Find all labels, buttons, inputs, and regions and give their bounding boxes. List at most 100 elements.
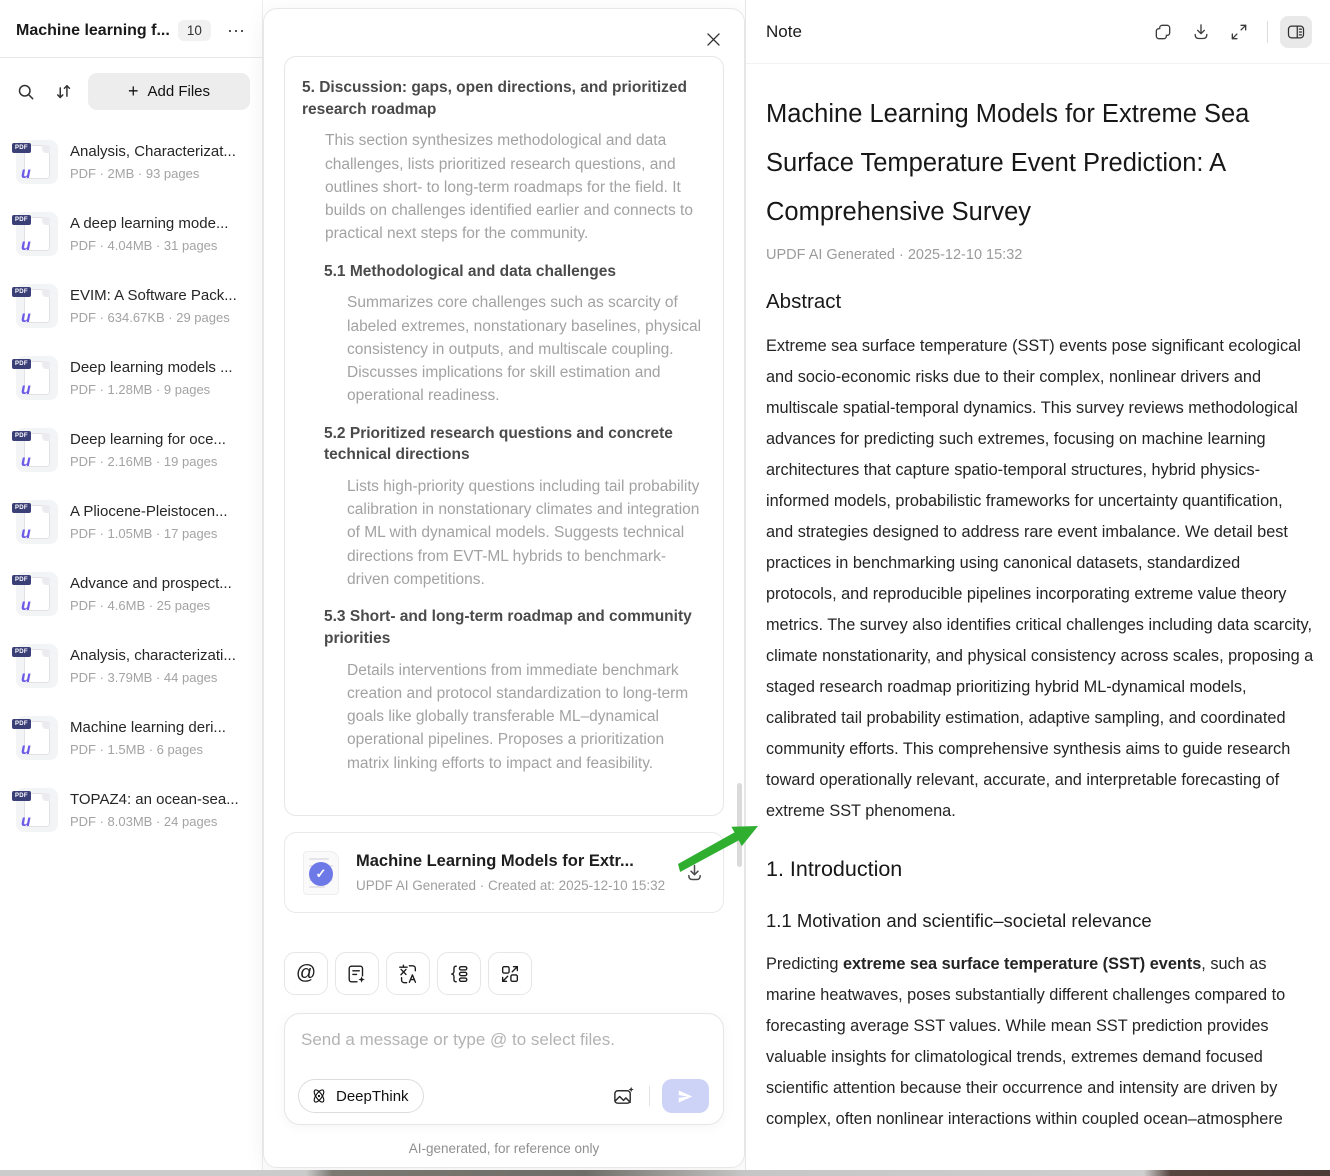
file-meta: PDF · 2MB · 93 pages: [70, 166, 200, 181]
file-meta: PDF · 1.28MB · 9 pages: [70, 382, 211, 397]
sort-icon[interactable]: [50, 78, 78, 106]
outline-heading: 5.1 Methodological and data challenges: [324, 262, 616, 280]
mindmap-icon[interactable]: [437, 952, 481, 995]
sidebar-header: Machine learning f... 10 ⋯: [0, 0, 262, 58]
file-meta: PDF · 2.16MB · 19 pages: [70, 454, 218, 469]
outline-body: Details interventions from immediate ben…: [347, 661, 689, 772]
document-byline: UPDF AI Generated · 2025-12-10 15:32: [766, 247, 1023, 263]
outline-body: This section synthesizes methodological …: [325, 132, 693, 243]
outline-heading: 5.2 Prioritized research questions and c…: [324, 424, 673, 464]
file-row-7[interactable]: PDF u Advance and prospect... PDF · 4.6MB ·…: [8, 558, 254, 630]
ai-disclaimer: AI-generated, for reference only: [408, 1141, 600, 1156]
deepthink-toggle[interactable]: DeepThink: [298, 1079, 424, 1113]
pdf-file-icon: PDF u: [12, 140, 58, 184]
generated-doc-icon: ✓: [301, 849, 343, 897]
file-row-3[interactable]: PDF u EVIM: A Software Pack... PDF · 634.67…: [8, 270, 254, 342]
folder-title: Machine learning f...: [16, 21, 170, 39]
bold-keyphrase: extreme sea surface temperature (SST) ev…: [842, 955, 1202, 973]
pdf-file-icon: PDF u: [12, 716, 58, 760]
message-input[interactable]: [301, 1030, 707, 1050]
chat-scrollbar-thumb[interactable]: [737, 783, 742, 867]
panel-toggle-icon[interactable]: [1280, 15, 1312, 48]
pdf-file-icon: PDF u: [12, 572, 58, 616]
abstract-heading: Abstract: [766, 290, 842, 313]
note-sparkle-icon[interactable]: [335, 952, 379, 995]
file-name: Analysis, Characterizat...: [70, 143, 236, 160]
file-name: Machine learning deri...: [70, 719, 226, 736]
file-meta: PDF · 1.5MB · 6 pages: [70, 742, 203, 757]
file-meta: PDF · 4.04MB · 31 pages: [70, 238, 218, 253]
check-icon: ✓: [309, 861, 333, 886]
background-window-edge: [0, 1170, 1330, 1176]
pdf-file-icon: PDF u: [12, 644, 58, 688]
insert-image-icon[interactable]: [610, 1083, 637, 1110]
file-count-badge: 10: [177, 20, 211, 41]
search-icon[interactable]: [12, 78, 40, 106]
introduction-heading: 1. Introduction: [766, 857, 903, 881]
updf-ai-window: Machine learning f... 10 ⋯ + Add Files P…: [0, 0, 1330, 1176]
file-row-6[interactable]: PDF u A Pliocene-Pleistocen... PDF · 1.05MB…: [8, 486, 254, 558]
convert-icon[interactable]: [488, 952, 532, 995]
message-composer: DeepThink: [284, 1013, 724, 1125]
motivation-subheading: 1.1 Motivation and scientific–societal r…: [766, 910, 1152, 931]
file-row-9[interactable]: PDF u Machine learning deri... PDF · 1.5MB …: [8, 702, 254, 774]
expand-icon[interactable]: [1223, 16, 1255, 48]
pdf-file-icon: PDF u: [12, 428, 58, 472]
file-row-8[interactable]: PDF u Analysis, characterizati... PDF · 3.7…: [8, 630, 254, 702]
add-files-button[interactable]: + Add Files: [88, 73, 250, 110]
introduction-paragraph: Predicting extreme sea surface temperatu…: [766, 955, 1286, 1128]
pdf-file-icon: PDF u: [12, 212, 58, 256]
outline-heading: 5.3 Short- and long-term roadmap and com…: [324, 608, 692, 647]
outline-body: Summarizes core challenges such as scarc…: [347, 294, 702, 405]
file-name: Deep learning for oce...: [70, 431, 226, 448]
copy-icon[interactable]: [1147, 16, 1179, 48]
file-sidebar: Machine learning f... 10 ⋯ + Add Files P…: [0, 0, 263, 1170]
file-row-2[interactable]: PDF u A deep learning mode... PDF · 4.04MB …: [8, 198, 254, 270]
pdf-file-icon: PDF u: [12, 500, 58, 544]
deepthink-label: DeepThink: [336, 1087, 409, 1105]
translate-icon[interactable]: [386, 952, 430, 995]
file-meta: PDF · 3.79MB · 44 pages: [70, 670, 218, 685]
generated-note-title: Machine Learning Models for Extr...: [356, 852, 634, 870]
note-header-title: Note: [766, 21, 802, 41]
file-name: EVIM: A Software Pack...: [70, 287, 237, 304]
quick-action-row: @: [284, 952, 532, 995]
add-files-label: Add Files: [147, 83, 211, 100]
file-list: PDF u Analysis, Characterizat... PDF · 2MB …: [0, 120, 262, 852]
file-meta: PDF · 8.03MB · 24 pages: [70, 814, 218, 829]
mention-icon[interactable]: @: [284, 952, 328, 995]
abstract-paragraph: Extreme sea surface temperature (SST) ev…: [766, 337, 1314, 820]
file-name: A Pliocene-Pleistocen...: [70, 503, 228, 520]
plus-icon: +: [127, 81, 139, 101]
close-icon[interactable]: [700, 26, 726, 52]
outline-section-5: 5. Discussion: gaps, open directions, an…: [302, 77, 706, 246]
divider: [1267, 20, 1268, 43]
file-meta: PDF · 4.6MB · 25 pages: [70, 598, 211, 613]
file-meta: PDF · 1.05MB · 17 pages: [70, 526, 218, 541]
download-icon[interactable]: [1185, 16, 1217, 48]
outline-section-5-1: 5.1 Methodological and data challenges S…: [324, 261, 706, 408]
file-name: Analysis, characterizati...: [70, 647, 236, 664]
file-row-10[interactable]: PDF u TOPAZ4: an ocean-sea... PDF · 8.03MB …: [8, 774, 254, 846]
send-button[interactable]: [662, 1079, 709, 1113]
download-icon[interactable]: [684, 862, 705, 883]
outline-summary-card[interactable]: 5. Discussion: gaps, open directions, an…: [284, 56, 724, 816]
file-name: A deep learning mode...: [70, 215, 229, 232]
file-row-5[interactable]: PDF u Deep learning for oce... PDF · 2.16MB…: [8, 414, 254, 486]
file-name: Advance and prospect...: [70, 575, 232, 592]
more-options-icon[interactable]: ⋯: [227, 22, 246, 40]
ai-chat-panel: 5. Discussion: gaps, open directions, an…: [263, 8, 745, 1168]
outline-heading: 5. Discussion: gaps, open directions, an…: [302, 79, 687, 118]
file-row-1[interactable]: PDF u Analysis, Characterizat... PDF · 2MB …: [8, 126, 254, 198]
document-title: Machine Learning Models for Extreme Sea …: [766, 100, 1250, 226]
file-meta: PDF · 634.67KB · 29 pages: [70, 310, 230, 325]
generated-note-card[interactable]: ✓ Machine Learning Models for Extr... UP…: [284, 832, 724, 913]
note-document[interactable]: Machine Learning Models for Extreme Sea …: [746, 64, 1330, 1135]
pdf-file-icon: PDF u: [12, 788, 58, 832]
file-row-4[interactable]: PDF u Deep learning models ... PDF · 1.28MB…: [8, 342, 254, 414]
pdf-file-icon: PDF u: [12, 284, 58, 328]
outline-section-5-3: 5.3 Short- and long-term roadmap and com…: [324, 606, 706, 775]
sidebar-toolbar: + Add Files: [0, 58, 262, 120]
generated-note-meta: UPDF AI Generated · Created at: 2025-12-…: [356, 878, 666, 893]
outline-body: Lists high-priority questions including …: [347, 477, 700, 588]
